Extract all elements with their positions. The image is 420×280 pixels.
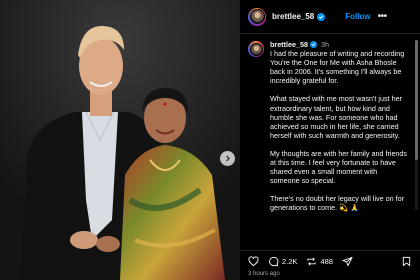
post-header: brettlee_58 Follow ••• bbox=[240, 0, 420, 34]
save-button[interactable] bbox=[401, 256, 412, 267]
comment-button[interactable]: 2.2K bbox=[268, 256, 297, 267]
caption-area: brettlee_58 3h I had the pleasure of wri… bbox=[240, 36, 416, 248]
photo-illustration bbox=[0, 0, 240, 280]
follow-button[interactable]: Follow bbox=[345, 12, 370, 21]
caption-username[interactable]: brettlee_58 bbox=[270, 40, 308, 49]
repost-button[interactable]: 488 bbox=[306, 256, 333, 267]
like-button[interactable] bbox=[248, 256, 259, 267]
caption-paragraph-3: My thoughts are with her family and frie… bbox=[270, 148, 408, 186]
verified-badge-icon bbox=[309, 41, 317, 48]
verified-badge-icon bbox=[317, 12, 326, 21]
post-timestamp: 3 hours ago bbox=[248, 271, 280, 277]
more-options-icon[interactable]: ••• bbox=[378, 11, 388, 22]
caption-paragraph-1: I had the pleasure of writing and record… bbox=[270, 49, 405, 86]
caption-time: 3h bbox=[320, 40, 329, 49]
send-button[interactable] bbox=[342, 256, 353, 267]
caption-paragraph-4: There's no doubt her legacy will live on… bbox=[270, 194, 405, 213]
repost-icon bbox=[307, 257, 317, 266]
bookmark-icon bbox=[402, 256, 411, 267]
avatar[interactable] bbox=[248, 7, 266, 26]
post-side-panel: brettlee_58 Follow ••• brettlee_58 3h I … bbox=[240, 0, 420, 280]
caption-avatar[interactable] bbox=[248, 41, 264, 57]
send-icon bbox=[342, 256, 353, 267]
caption-scrollbar[interactable] bbox=[415, 40, 418, 210]
comment-icon bbox=[269, 256, 279, 267]
caption-paragraph-2: What stayed with me most wasn't just her… bbox=[270, 94, 402, 140]
heart-icon bbox=[248, 256, 259, 267]
post-photo[interactable] bbox=[0, 0, 240, 280]
comment-count: 2.2K bbox=[282, 257, 298, 266]
repost-count: 488 bbox=[320, 257, 333, 266]
chevron-right-icon bbox=[226, 155, 230, 162]
next-photo-button[interactable] bbox=[220, 151, 235, 166]
action-bar: 2.2K 488 bbox=[240, 250, 420, 272]
caption: brettlee_58 3h I had the pleasure of wri… bbox=[270, 40, 408, 222]
username[interactable]: brettlee_58 bbox=[272, 12, 314, 21]
